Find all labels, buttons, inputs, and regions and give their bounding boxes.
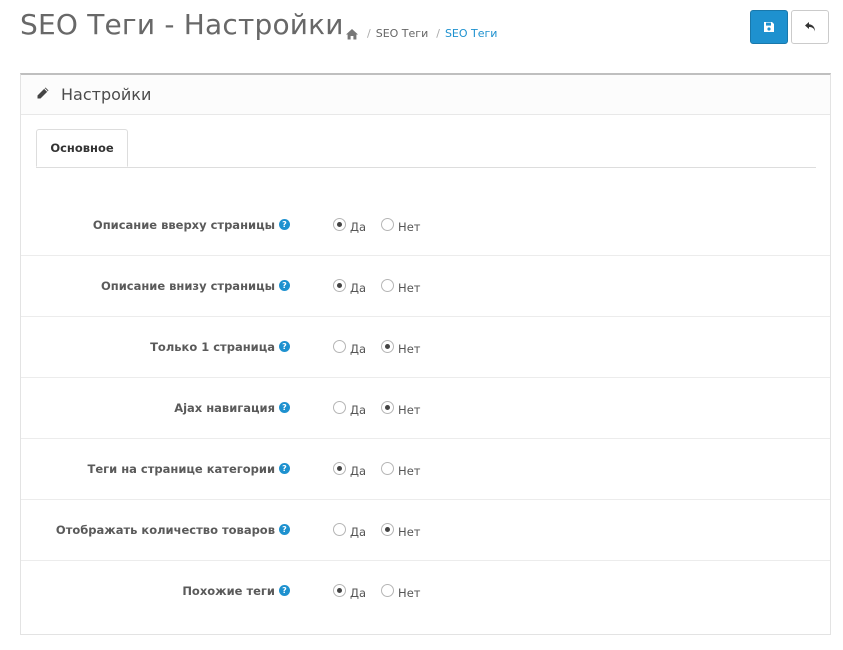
help-icon[interactable]: ? (279, 280, 290, 291)
floppy-disk-icon (763, 18, 775, 37)
setting-row-only-one-page: Только 1 страница? Да Нет (21, 316, 830, 378)
radio-button[interactable] (381, 279, 395, 292)
radio-button[interactable] (381, 218, 395, 231)
radio-button[interactable] (381, 340, 395, 353)
setting-label: Ajax навигация? (174, 377, 290, 438)
breadcrumb-link-seo-tags[interactable]: SEO Теги (376, 27, 429, 40)
radio-group: Да Нет (333, 499, 424, 560)
setting-label-text: Только 1 страница (150, 339, 275, 354)
back-button[interactable] (791, 10, 829, 44)
settings-panel: Настройки Основное Описание вверху стран… (20, 73, 831, 635)
panel-title: Настройки (61, 85, 152, 104)
radio-button[interactable] (381, 401, 395, 414)
help-icon[interactable]: ? (279, 585, 290, 596)
radio-label: Да (350, 403, 367, 417)
radio-no[interactable]: Нет (381, 215, 420, 234)
radio-no[interactable]: Нет (381, 581, 420, 600)
breadcrumb-separator: / (436, 27, 440, 40)
setting-row-ajax-navigation: Ajax навигация? Да Нет (21, 377, 830, 439)
radio-yes[interactable]: Да (333, 459, 366, 478)
setting-row-show-product-count: Отображать количество товаров? Да Нет (21, 499, 830, 561)
radio-button[interactable] (381, 523, 395, 536)
help-icon[interactable]: ? (279, 341, 290, 352)
tab-general[interactable]: Основное (36, 129, 128, 167)
radio-no[interactable]: Нет (381, 337, 420, 356)
radio-yes[interactable]: Да (333, 398, 366, 417)
setting-label: Похожие теги? (182, 560, 290, 621)
panel-heading: Настройки (21, 75, 830, 115)
radio-no[interactable]: Нет (381, 398, 420, 417)
page-title: SEO Теги - Настройки (20, 8, 344, 41)
pencil-icon (36, 85, 50, 104)
setting-row-tags-on-category: Теги на странице категории? Да Нет (21, 438, 830, 500)
radio-label: Нет (398, 464, 421, 478)
radio-group: Да Нет (333, 438, 424, 499)
setting-label: Только 1 страница? (150, 316, 290, 377)
radio-button[interactable] (333, 462, 346, 475)
radio-label: Да (350, 220, 367, 234)
reply-arrow-icon (804, 18, 817, 37)
radio-label: Нет (398, 525, 421, 539)
page-header: SEO Теги - Настройки / SEO Теги / SEO Те… (0, 0, 843, 70)
setting-row-desc-bottom: Описание внизу страницы? Да Нет (21, 255, 830, 317)
save-button[interactable] (750, 10, 788, 44)
radio-label: Нет (398, 403, 421, 417)
radio-label: Нет (398, 342, 421, 356)
radio-yes[interactable]: Да (333, 337, 366, 356)
radio-group: Да Нет (333, 377, 424, 438)
radio-no[interactable]: Нет (381, 520, 420, 539)
setting-label-text: Похожие теги (182, 583, 275, 598)
radio-label: Да (350, 464, 367, 478)
radio-group: Да Нет (333, 255, 424, 316)
radio-label: Нет (398, 220, 421, 234)
radio-button[interactable] (333, 279, 346, 292)
radio-button[interactable] (333, 340, 346, 353)
radio-label: Да (350, 586, 367, 600)
setting-label: Отображать количество товаров? (56, 499, 290, 560)
breadcrumb: / SEO Теги / SEO Теги (345, 27, 497, 40)
setting-row-desc-top: Описание вверху страницы? Да Нет (21, 194, 830, 256)
radio-yes[interactable]: Да (333, 215, 366, 234)
setting-label: Теги на странице категории? (87, 438, 290, 499)
radio-group: Да Нет (333, 316, 424, 377)
radio-button[interactable] (381, 584, 395, 597)
radio-button[interactable] (333, 218, 346, 231)
breadcrumb-link-current[interactable]: SEO Теги (445, 27, 498, 40)
setting-label: Описание внизу страницы? (101, 255, 290, 316)
radio-yes[interactable]: Да (333, 520, 366, 539)
help-icon[interactable]: ? (279, 402, 290, 413)
radio-label: Да (350, 342, 367, 356)
radio-label: Нет (398, 586, 421, 600)
radio-button[interactable] (381, 462, 395, 475)
setting-row-similar-tags: Похожие теги? Да Нет (21, 560, 830, 621)
home-icon[interactable] (345, 28, 359, 40)
tab-bar: Основное (36, 129, 816, 168)
help-icon[interactable]: ? (279, 219, 290, 230)
radio-label: Да (350, 281, 367, 295)
radio-yes[interactable]: Да (333, 276, 366, 295)
radio-no[interactable]: Нет (381, 276, 420, 295)
setting-label-text: Ajax навигация (174, 400, 275, 415)
radio-no[interactable]: Нет (381, 459, 420, 478)
setting-label-text: Описание внизу страницы (100, 278, 275, 293)
radio-group: Да Нет (333, 194, 424, 255)
help-icon[interactable]: ? (279, 524, 290, 535)
setting-label-text: Отображать количество товаров (55, 522, 275, 537)
radio-button[interactable] (333, 401, 346, 414)
breadcrumb-separator: / (367, 27, 371, 40)
radio-button[interactable] (333, 523, 346, 536)
radio-yes[interactable]: Да (333, 581, 366, 600)
radio-group: Да Нет (333, 560, 424, 621)
help-icon[interactable]: ? (279, 463, 290, 474)
setting-label: Описание вверху страницы? (93, 194, 290, 255)
radio-label: Да (350, 525, 367, 539)
setting-label-text: Теги на странице категории (87, 461, 275, 476)
radio-label: Нет (398, 281, 421, 295)
setting-label-text: Описание вверху страницы (92, 217, 275, 232)
radio-button[interactable] (333, 584, 346, 597)
